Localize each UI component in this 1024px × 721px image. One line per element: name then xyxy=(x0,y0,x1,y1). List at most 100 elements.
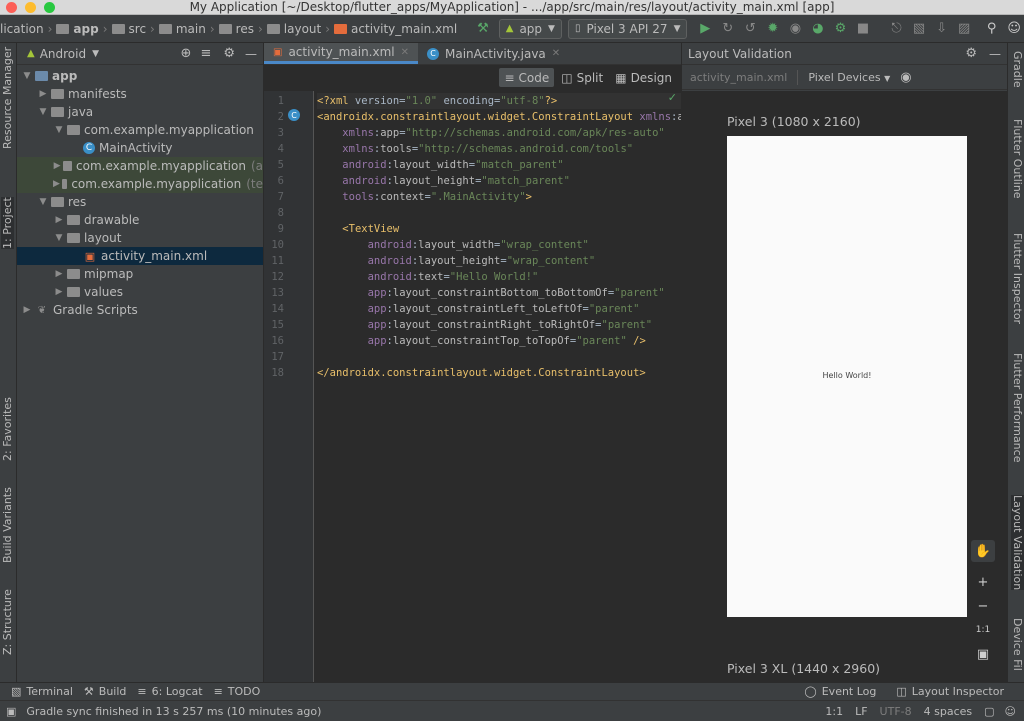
zoom-out-button[interactable]: − xyxy=(971,595,995,617)
code-line[interactable]: app:layout_constraintRight_toRightOf="pa… xyxy=(317,317,653,333)
device-filter-select[interactable]: Pixel Devices ▼ xyxy=(808,71,890,84)
minimize-window-button[interactable] xyxy=(25,2,36,13)
device-select[interactable]: ▯ Pixel 3 API 27 ▼ xyxy=(567,18,688,39)
code-line[interactable]: xmlns:tools="http://schemas.android.com/… xyxy=(317,141,633,157)
code-line[interactable]: </androidx.constraintlayout.widget.Const… xyxy=(317,365,646,381)
breadcrumb-item[interactable]: src xyxy=(111,22,146,36)
code-line[interactable]: <TextView xyxy=(317,221,399,237)
build-button[interactable]: ⚒ Build xyxy=(84,685,127,698)
tool-structure[interactable]: Z: Structure xyxy=(1,589,14,655)
tree-item[interactable]: ▶ values xyxy=(17,283,263,301)
tool-favorites[interactable]: 2: Favorites xyxy=(1,397,14,461)
line-separator[interactable]: LF xyxy=(855,705,867,718)
sync-gradle-icon[interactable]: ⎋ xyxy=(887,19,907,39)
stop-icon[interactable]: ■ xyxy=(853,19,873,39)
tree-item[interactable]: ▶ drawable xyxy=(17,211,263,229)
locate-icon[interactable]: ⊕ xyxy=(181,46,192,61)
code-line[interactable]: android:layout_height="wrap_content" xyxy=(317,253,596,269)
caret-position[interactable]: 1:1 xyxy=(825,705,843,718)
logcat-button[interactable]: ≡ 6: Logcat xyxy=(137,685,202,698)
chevron-right-icon[interactable]: ▶ xyxy=(53,161,61,171)
chevron-down-icon[interactable]: ▼ xyxy=(53,233,65,243)
eye-icon[interactable]: ◉ xyxy=(900,70,911,85)
code-line[interactable]: android:layout_height="match_parent" xyxy=(317,173,570,189)
tree-item[interactable]: ▶ com.example.myapplication (te xyxy=(17,175,263,193)
run-config-select[interactable]: ▲ app ▼ xyxy=(498,18,562,39)
tab-activity-main[interactable]: ▣ activity_main.xml ✕ xyxy=(264,43,418,64)
minimize-icon[interactable]: — xyxy=(989,47,1001,61)
profile-icon[interactable]: ◕ xyxy=(808,19,828,39)
tool-layout-validation[interactable]: Layout Validation xyxy=(1011,495,1024,591)
status-toggle-icon[interactable]: ▣ xyxy=(6,705,16,718)
user-icon[interactable]: ☺ xyxy=(1004,19,1024,39)
zoom-actual-button[interactable]: 1:1 xyxy=(971,619,995,641)
gear-icon[interactable]: ⚙ xyxy=(223,46,235,61)
code-line[interactable]: <androidx.constraintlayout.widget.Constr… xyxy=(317,109,681,125)
tree-item[interactable]: ▼ layout xyxy=(17,229,263,247)
code-line[interactable]: xmlns:app="http://schemas.android.com/ap… xyxy=(317,125,664,141)
close-window-button[interactable] xyxy=(6,2,17,13)
zoom-fit-icon[interactable]: ▣ xyxy=(971,643,995,665)
terminal-button[interactable]: ▧ Terminal xyxy=(11,685,73,698)
breadcrumb-item[interactable]: app xyxy=(56,22,99,36)
event-log-button[interactable]: ◯ Event Log xyxy=(804,685,876,698)
device-preview[interactable]: Hello World! xyxy=(727,136,967,617)
code-line[interactable]: android:layout_width="wrap_content" xyxy=(317,237,589,253)
tree-item[interactable]: ▼ java xyxy=(17,103,263,121)
apply-code-changes-icon[interactable]: ↺ xyxy=(741,19,761,39)
lock-icon[interactable]: ▢ xyxy=(984,705,994,718)
chevron-right-icon[interactable]: ▶ xyxy=(53,215,65,225)
avd-manager-icon[interactable]: ▧ xyxy=(909,19,929,39)
code-line[interactable]: android:layout_width="match_parent" xyxy=(317,157,563,173)
chevron-down-icon[interactable]: ▼ xyxy=(37,107,49,117)
breadcrumb-item[interactable]: main xyxy=(158,22,206,36)
close-icon[interactable]: ✕ xyxy=(552,48,560,59)
chevron-right-icon[interactable]: ▶ xyxy=(53,269,65,279)
tree-item[interactable]: ▼ res xyxy=(17,193,263,211)
tool-project[interactable]: 1: Project xyxy=(1,197,14,249)
device-file-icon[interactable]: ▨ xyxy=(954,19,974,39)
collapse-all-icon[interactable]: ≡ xyxy=(200,46,211,61)
chevron-right-icon[interactable]: ▶ xyxy=(53,179,60,189)
project-view-select[interactable]: Android xyxy=(40,47,86,61)
layout-inspector-button[interactable]: ◫ Layout Inspector xyxy=(896,685,1004,698)
tool-flutter-performance[interactable]: Flutter Performance xyxy=(1011,353,1024,462)
chevron-right-icon[interactable]: ▶ xyxy=(21,305,33,315)
class-gutter-icon[interactable]: C xyxy=(288,109,300,121)
gear-icon[interactable]: ⚙ xyxy=(965,46,977,61)
breadcrumb-item[interactable]: layout xyxy=(266,22,321,36)
tool-gradle[interactable]: Gradle xyxy=(1011,51,1024,88)
code-line[interactable]: tools:context=".MainActivity"> xyxy=(317,189,532,205)
breadcrumb-item[interactable]: activity_main.xml xyxy=(334,22,457,36)
pan-icon[interactable]: ✋ xyxy=(971,540,995,562)
attach-debugger-icon[interactable]: ◉ xyxy=(786,19,806,39)
code-line[interactable]: app:layout_constraintBottom_toBottomOf="… xyxy=(317,285,665,301)
debug-icon[interactable]: ✹ xyxy=(763,19,783,39)
code-line[interactable]: android:text="Hello World!" xyxy=(317,269,539,285)
code-mode-button[interactable]: ≡ Code xyxy=(499,68,555,87)
code-line[interactable]: <?xml version="1.0" encoding="utf-8"?> xyxy=(317,93,681,109)
chevron-down-icon[interactable]: ▼ xyxy=(92,49,99,59)
tool-flutter-inspector[interactable]: Flutter Inspector xyxy=(1011,233,1024,324)
chevron-right-icon[interactable]: ▶ xyxy=(37,89,49,99)
tree-item[interactable]: C MainActivity xyxy=(17,139,263,157)
tree-item[interactable]: ▼ com.example.myapplication xyxy=(17,121,263,139)
split-mode-button[interactable]: ◫ Split xyxy=(556,68,608,87)
code-line[interactable]: app:layout_constraintLeft_toLeftOf="pare… xyxy=(317,301,640,317)
tree-item[interactable]: ▼ app xyxy=(17,67,263,85)
code-area[interactable]: <?xml version="1.0" encoding="utf-8"?> <a… xyxy=(317,91,681,682)
tree-item[interactable]: ▶ ❦ Gradle Scripts xyxy=(17,301,263,319)
minimize-icon[interactable]: — xyxy=(245,47,257,61)
close-icon[interactable]: ✕ xyxy=(401,47,409,58)
tree-item[interactable]: ▶ com.example.myapplication (a xyxy=(17,157,263,175)
make-project-icon[interactable]: ⚒ xyxy=(473,19,493,39)
run-icon[interactable]: ▶ xyxy=(695,19,715,39)
tool-device-file[interactable]: Device Fil xyxy=(1011,618,1024,671)
tab-main-activity[interactable]: C MainActivity.java ✕ xyxy=(418,43,569,64)
zoom-in-button[interactable]: + xyxy=(971,571,995,593)
chevron-down-icon[interactable]: ▼ xyxy=(37,197,49,207)
hector-icon[interactable]: ☺ xyxy=(1005,705,1016,718)
status-message[interactable]: Gradle sync finished in 13 s 257 ms (10 … xyxy=(26,705,321,718)
design-mode-button[interactable]: ▦ Design xyxy=(610,68,677,87)
indent-setting[interactable]: 4 spaces xyxy=(924,705,973,718)
